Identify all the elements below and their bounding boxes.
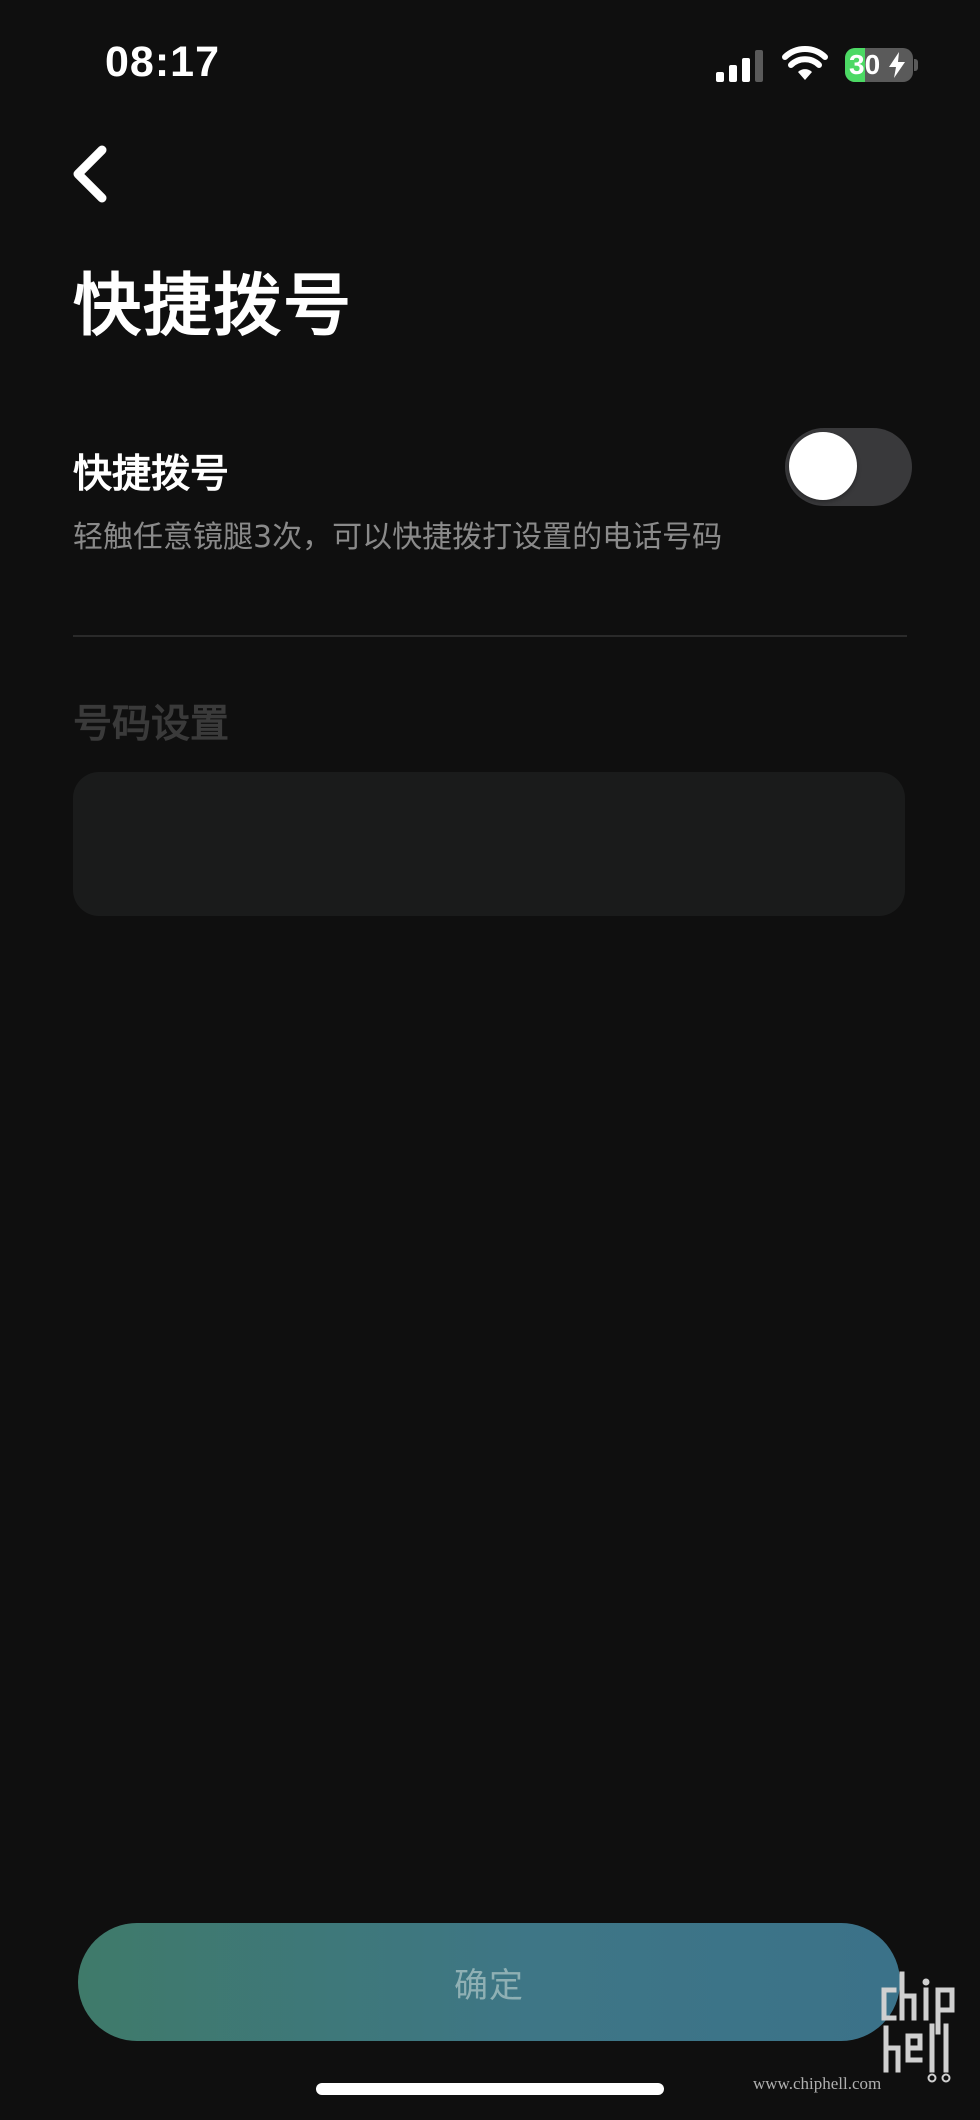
watermark-url: www.chiphell.com	[753, 2074, 882, 2093]
phone-number-input[interactable]	[73, 772, 905, 916]
quick-dial-toggle[interactable]	[785, 428, 912, 506]
confirm-button-label: 确定	[454, 1965, 524, 2006]
wifi-icon	[782, 46, 828, 80]
charging-bolt-icon	[889, 52, 905, 78]
status-time: 08:17	[105, 38, 220, 86]
page-title: 快捷拨号	[73, 267, 354, 346]
chevron-left-icon	[73, 145, 107, 203]
confirm-button[interactable]: 确定	[78, 1923, 900, 2041]
cellular-signal-icon	[716, 50, 763, 82]
battery-charging-icon: 30	[845, 48, 913, 82]
quick-dial-label: 快捷拨号	[73, 452, 230, 497]
quick-dial-description: 轻触任意镜腿3次，可以快捷拨打设置的电话号码	[73, 520, 723, 555]
battery-cap	[914, 59, 918, 71]
toggle-knob	[789, 432, 857, 500]
back-button[interactable]	[62, 142, 118, 206]
divider	[73, 635, 907, 637]
home-indicator[interactable]	[316, 2083, 664, 2095]
battery-level-text: 30	[849, 49, 881, 80]
chiphell-logo	[881, 1971, 955, 2083]
number-settings-title: 号码设置	[73, 702, 230, 747]
